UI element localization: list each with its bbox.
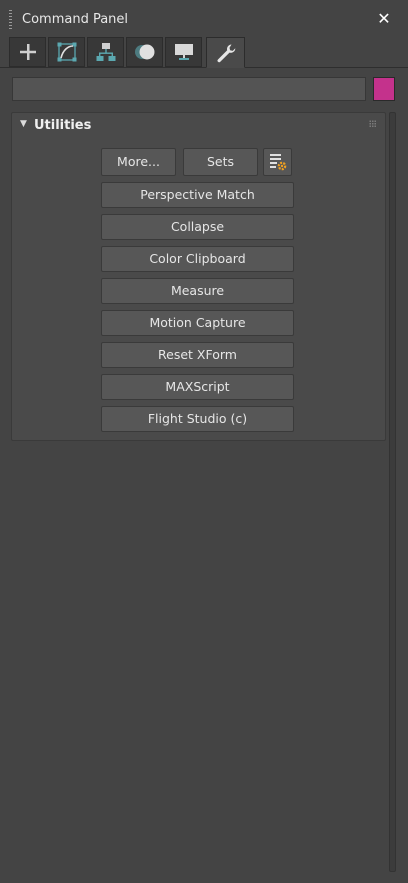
- hierarchy-icon: [96, 43, 115, 61]
- tab-motion[interactable]: [126, 37, 163, 67]
- command-panel: Command Panel ✕ ▼ Utilities More... Sets…: [0, 0, 408, 883]
- close-button[interactable]: ✕: [376, 10, 392, 28]
- object-name-field[interactable]: [12, 77, 366, 101]
- plus-icon: [19, 44, 36, 60]
- collapse-arrow-icon[interactable]: ▼: [20, 119, 27, 129]
- configure-button-sets-button[interactable]: [263, 148, 292, 176]
- rollout-drag-grip-icon[interactable]: [369, 120, 376, 127]
- flight-studio-button[interactable]: Flight Studio (c): [101, 406, 294, 432]
- modify-curve-icon: [57, 42, 76, 62]
- tab-bar-divider: [0, 67, 408, 68]
- configure-sets-icon: [269, 154, 286, 171]
- tab-create[interactable]: [9, 37, 46, 67]
- perspective-match-button[interactable]: Perspective Match: [101, 182, 294, 208]
- tab-utilities[interactable]: [206, 37, 245, 68]
- color-clipboard-button[interactable]: Color Clipboard: [101, 246, 294, 272]
- object-color-swatch[interactable]: [373, 77, 395, 101]
- vertical-scrollbar[interactable]: [389, 112, 396, 872]
- window-title: Command Panel: [22, 12, 129, 27]
- rollout-title: Utilities: [34, 118, 92, 133]
- motion-circles-icon: [134, 44, 154, 60]
- utilities-rollout: ▼ Utilities More... Sets Perspective Mat…: [11, 112, 386, 441]
- tab-modify[interactable]: [48, 37, 85, 67]
- drag-grip-icon[interactable]: [9, 10, 12, 30]
- collapse-button[interactable]: Collapse: [101, 214, 294, 240]
- more-button[interactable]: More...: [101, 148, 176, 176]
- measure-button[interactable]: Measure: [101, 278, 294, 304]
- sets-button[interactable]: Sets: [183, 148, 258, 176]
- rollout-header[interactable]: ▼ Utilities: [12, 113, 385, 137]
- reset-xform-button[interactable]: Reset XForm: [101, 342, 294, 368]
- tab-hierarchy[interactable]: [87, 37, 124, 67]
- tab-display[interactable]: [165, 37, 202, 67]
- title-bar[interactable]: Command Panel ✕: [0, 0, 408, 38]
- motion-capture-button[interactable]: Motion Capture: [101, 310, 294, 336]
- maxscript-button[interactable]: MAXScript: [101, 374, 294, 400]
- wrench-icon: [217, 44, 235, 62]
- display-monitor-icon: [174, 44, 193, 60]
